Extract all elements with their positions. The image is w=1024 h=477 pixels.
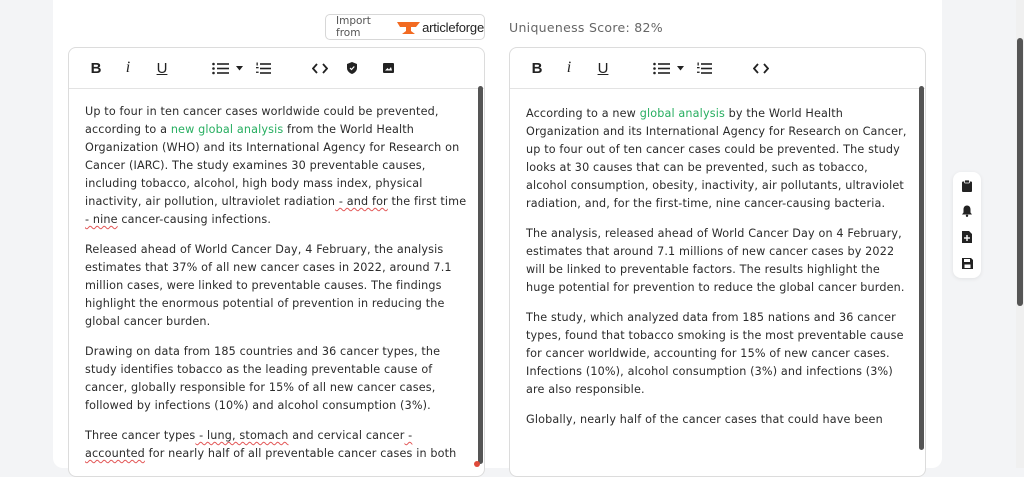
- link-new-global-analysis[interactable]: new global analysis: [171, 123, 284, 136]
- rewritten-editor-scrollbar[interactable]: [919, 86, 924, 450]
- underline-button[interactable]: U: [155, 59, 169, 77]
- original-editor-toolbar: B i U: [69, 48, 484, 89]
- paragraph: Drawing on data from 185 countries and 3…: [85, 345, 441, 412]
- link-global-analysis[interactable]: global analysis: [640, 107, 725, 120]
- articleforge-logo: articleforge: [396, 18, 484, 36]
- side-toolbar: [953, 172, 981, 278]
- spelling-underline: - nine: [85, 213, 118, 226]
- spelling-underline: - and for: [335, 195, 388, 208]
- spelling-underline: - lung, stomach: [195, 429, 289, 442]
- page-scrollbar-thumb[interactable]: [1017, 38, 1023, 306]
- paragraph: The analysis, released ahead of World Ca…: [526, 227, 905, 294]
- shield-icon[interactable]: [346, 59, 358, 77]
- import-button[interactable]: Import from articleforge: [325, 14, 485, 40]
- original-text[interactable]: Up to four in ten cancer cases worldwide…: [69, 89, 484, 463]
- uniqueness-score: Uniqueness Score: 82%: [509, 20, 663, 35]
- paragraph: Globally, nearly half of the cancer case…: [526, 413, 883, 426]
- italic-button[interactable]: i: [123, 59, 133, 77]
- save-icon[interactable]: [961, 257, 973, 269]
- paragraph: According to a new global analysis by th…: [526, 107, 907, 210]
- image-icon[interactable]: [382, 59, 394, 77]
- numbered-list-icon[interactable]: [255, 59, 271, 77]
- articleforge-brand-text: articleforge: [422, 19, 484, 35]
- code-icon[interactable]: [311, 59, 329, 77]
- bulleted-list-icon[interactable]: [652, 59, 670, 77]
- bold-button[interactable]: B: [89, 59, 103, 77]
- paragraph: The study, which analyzed data from 185 …: [526, 311, 904, 396]
- bulleted-list-icon[interactable]: [211, 59, 229, 77]
- paragraph: Up to four in ten cancer cases worldwide…: [85, 105, 467, 226]
- caret-down-icon[interactable]: [676, 59, 684, 77]
- bold-button[interactable]: B: [530, 59, 544, 77]
- caret-down-icon[interactable]: [235, 59, 243, 77]
- rewritten-editor: B i U According to a new global analysis…: [509, 47, 926, 477]
- import-label: Import from: [336, 15, 371, 39]
- italic-button[interactable]: i: [564, 59, 574, 77]
- bell-icon[interactable]: [961, 205, 973, 217]
- articleforge-anvil-icon: [397, 22, 421, 34]
- code-icon[interactable]: [752, 59, 770, 77]
- clipboard-icon[interactable]: [961, 180, 973, 192]
- original-editor-scrollbar[interactable]: [478, 86, 483, 464]
- original-editor: B i U Up to four in ten cancer cases wor…: [68, 47, 485, 477]
- paragraph: Three cancer types - lung, stomach and c…: [85, 429, 457, 460]
- status-dot: [474, 461, 480, 467]
- paragraph: Released ahead of World Cancer Day, 4 Fe…: [85, 243, 452, 328]
- rewritten-editor-toolbar: B i U: [510, 48, 925, 89]
- underline-button[interactable]: U: [596, 59, 610, 77]
- add-document-icon[interactable]: [961, 231, 973, 243]
- rewritten-text[interactable]: According to a new global analysis by th…: [510, 89, 925, 429]
- numbered-list-icon[interactable]: [696, 59, 712, 77]
